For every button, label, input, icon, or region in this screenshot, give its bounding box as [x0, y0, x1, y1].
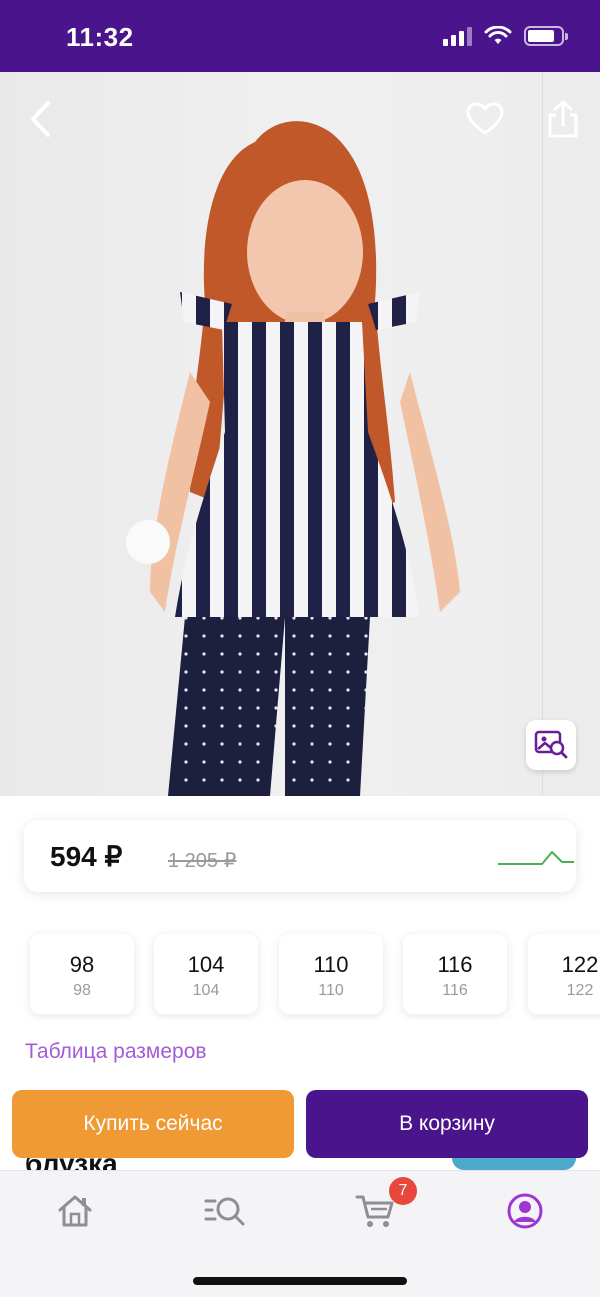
wifi-icon — [484, 26, 512, 44]
size-option[interactable]: 116 116 — [403, 934, 507, 1014]
back-button[interactable] — [18, 94, 62, 144]
price-history-sparkline[interactable] — [494, 842, 576, 872]
size-option[interactable]: 104 104 — [154, 934, 258, 1014]
share-button[interactable] — [540, 94, 586, 144]
size-option[interactable]: 122 122 — [528, 934, 600, 1014]
chevron-left-icon — [31, 101, 50, 137]
old-price: 1 205 ₽ — [168, 850, 237, 872]
image-search-icon — [534, 730, 568, 759]
size-label: 122 — [561, 952, 599, 977]
size-table-link[interactable]: Таблица размеров — [25, 1040, 207, 1064]
size-height: 104 — [192, 982, 220, 999]
heart-icon — [466, 102, 504, 135]
catalog-search-icon — [204, 1197, 245, 1226]
home-icon — [58, 1195, 92, 1227]
status-time: 11:32 — [66, 22, 134, 52]
tab-home[interactable] — [45, 1189, 105, 1233]
product-image[interactable] — [0, 72, 600, 796]
product-photo — [126, 121, 460, 796]
add-to-cart-button[interactable]: В корзину — [306, 1090, 588, 1158]
favorite-button[interactable] — [462, 96, 508, 142]
share-icon — [548, 100, 578, 138]
size-label: 104 — [187, 952, 225, 977]
size-label: 110 — [313, 952, 349, 977]
status-icons — [443, 26, 568, 46]
buy-now-button[interactable]: Купить сейчас — [12, 1090, 294, 1158]
signal-icon — [443, 26, 472, 46]
visual-search-button[interactable] — [526, 720, 576, 770]
size-label: 116 — [437, 952, 473, 977]
cart-count-badge: 7 — [389, 1177, 417, 1205]
current-price: 594 ₽ — [50, 841, 123, 872]
image-divider — [542, 72, 543, 796]
profile-icon — [507, 1193, 543, 1229]
status-bar: 11:32 — [0, 0, 600, 72]
size-option[interactable]: 98 98 — [30, 934, 134, 1014]
price-card[interactable]: 594 ₽ 1 205 ₽ — [24, 820, 576, 892]
size-height: 110 — [318, 982, 344, 999]
size-height: 116 — [442, 982, 468, 999]
size-option[interactable]: 110 110 — [279, 934, 383, 1014]
cart-icon — [355, 1195, 394, 1227]
tab-catalog[interactable] — [195, 1189, 255, 1233]
action-bar: Купить сейчас В корзину — [0, 1080, 600, 1168]
size-selector: 98 98 104 104 110 110 116 116 122 122 — [0, 930, 600, 1020]
tab-profile[interactable] — [495, 1189, 555, 1233]
home-indicator[interactable] — [193, 1277, 407, 1285]
size-label: 98 — [69, 952, 95, 977]
battery-icon — [524, 26, 568, 46]
size-height: 98 — [73, 982, 91, 999]
size-height: 122 — [566, 982, 594, 999]
